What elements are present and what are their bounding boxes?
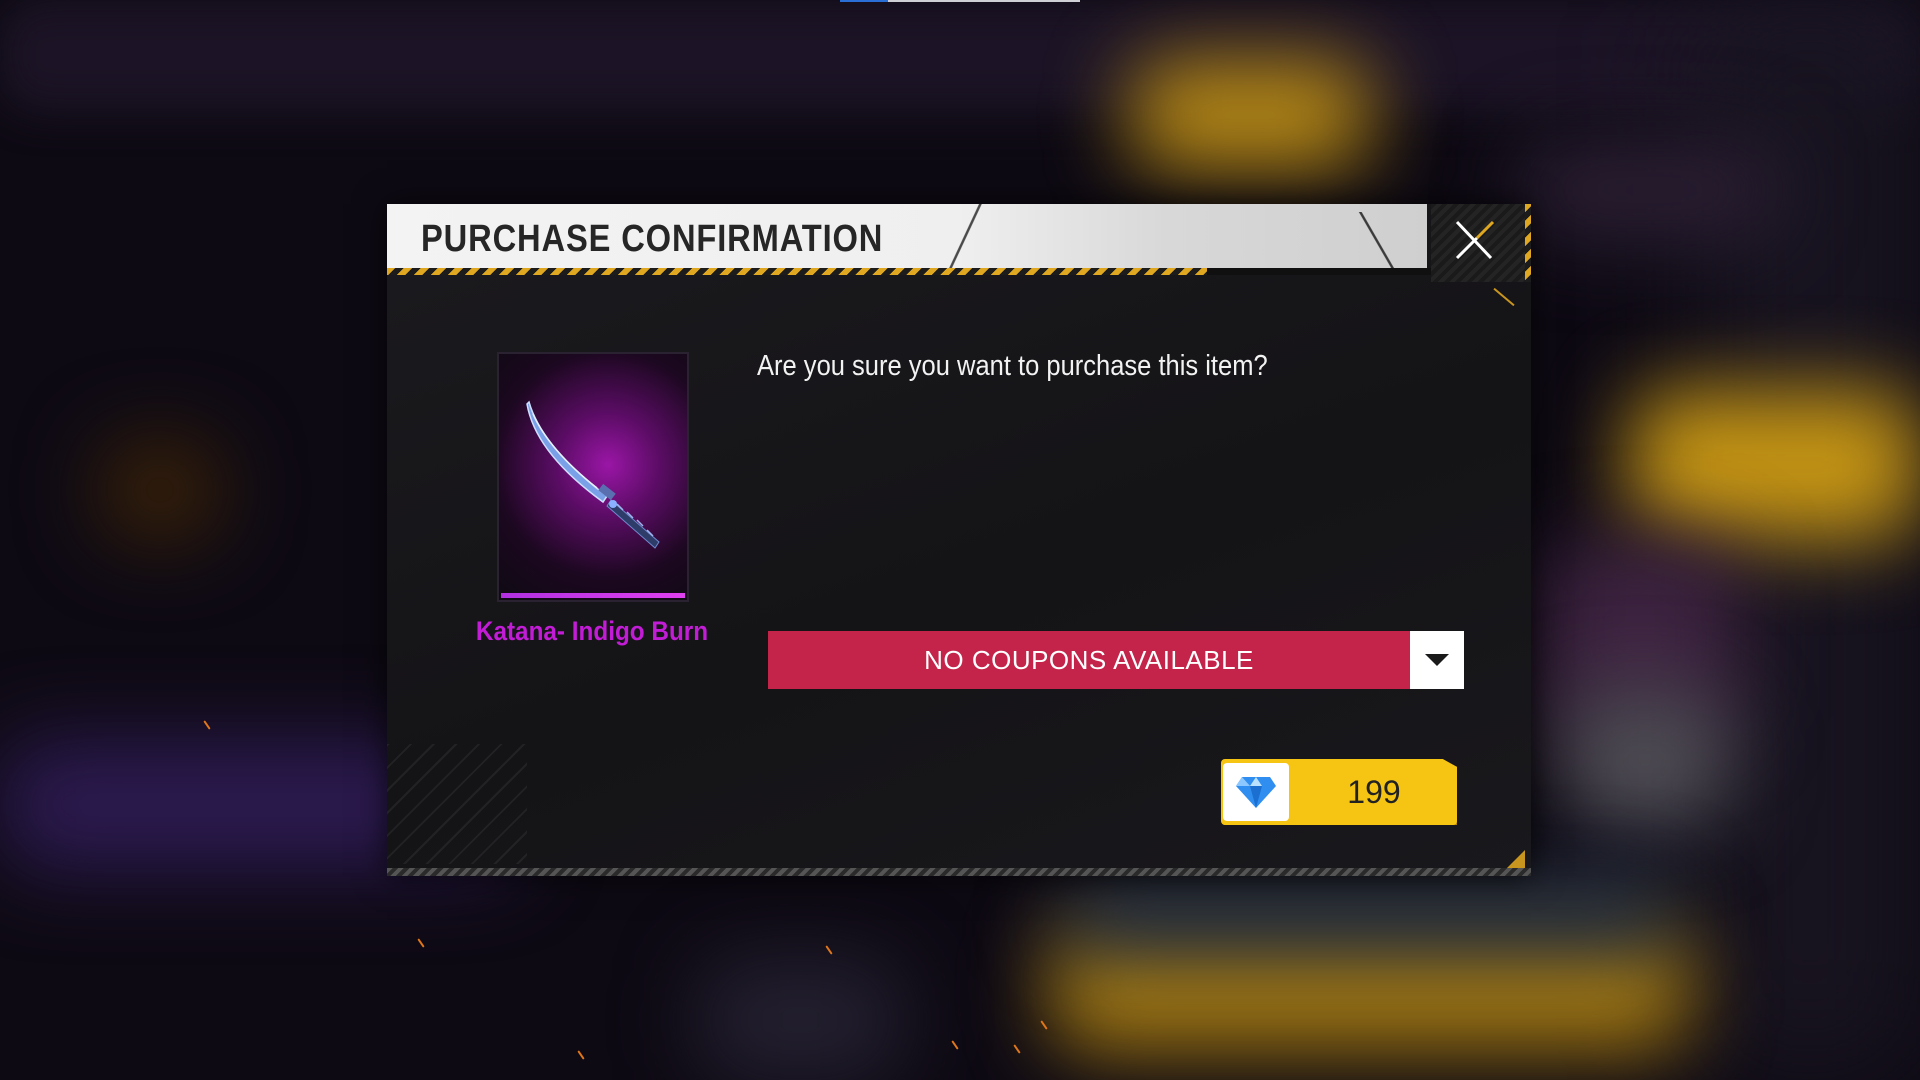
close-button[interactable] — [1447, 214, 1503, 266]
purchase-confirmation-dialog: PURCHASE CONFIRMATION Katana- Indigo Bur… — [387, 204, 1531, 876]
price-value: 199 — [1347, 773, 1401, 810]
katana-icon — [526, 400, 660, 549]
close-button-container — [1431, 204, 1531, 282]
purchase-button[interactable]: 199 — [1221, 759, 1461, 829]
rarity-bar — [501, 593, 685, 598]
coupon-label: NO COUPONS AVAILABLE — [768, 631, 1410, 689]
confirmation-question: Are you sure you want to purchase this i… — [757, 350, 1268, 382]
hazard-stripe — [387, 268, 1207, 275]
dialog-header: PURCHASE CONFIRMATION — [387, 204, 1427, 270]
coupon-dropdown[interactable]: NO COUPONS AVAILABLE — [768, 631, 1464, 689]
item-image — [497, 352, 689, 602]
top-strip-accent — [840, 0, 888, 2]
item-name: Katana- Indigo Burn — [475, 616, 709, 646]
diamond-icon — [1223, 763, 1289, 821]
close-icon — [1455, 220, 1495, 260]
decorative-stripes — [387, 744, 527, 864]
chevron-down-icon[interactable] — [1410, 631, 1464, 689]
dialog-title: PURCHASE CONFIRMATION — [421, 218, 884, 260]
